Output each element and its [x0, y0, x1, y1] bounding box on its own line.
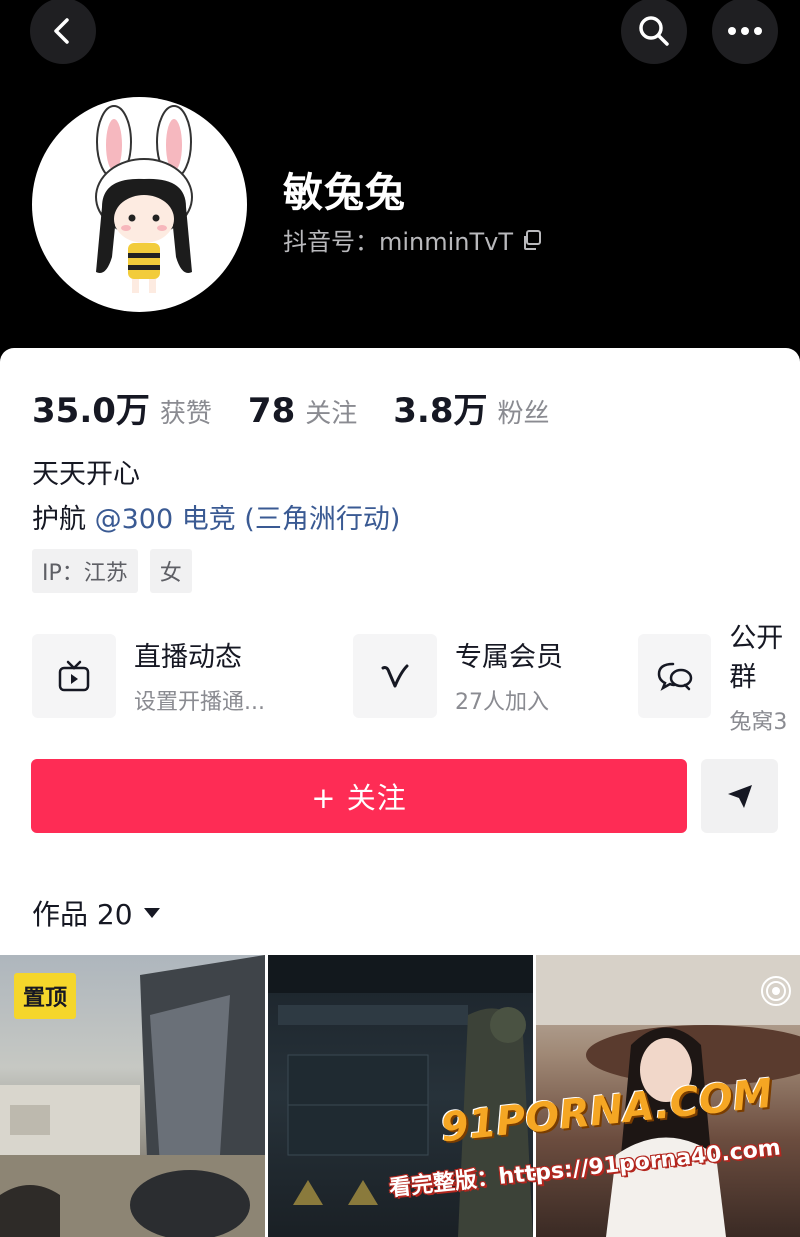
more-horizontal-icon — [728, 27, 762, 35]
bio-mention-link[interactable]: @300 电竞 (三角洲行动) — [95, 504, 401, 535]
caret-down-icon — [143, 908, 160, 918]
feature-title: 公开群 — [729, 622, 784, 693]
douyin-id-row[interactable]: 抖音号：minminTvT — [283, 222, 543, 257]
feature-subtitle: 设置开播通... — [134, 690, 265, 715]
copy-icon[interactable] — [521, 229, 543, 251]
works-tab-label: 作品 20 — [32, 898, 133, 931]
likes-label: 获赞 — [159, 399, 212, 429]
more-button[interactable] — [712, 0, 778, 64]
avatar[interactable] — [32, 97, 247, 312]
feature-public-group[interactable]: 公开群 兔窝3 — [638, 623, 800, 735]
bio-line-1: 天天开心 — [32, 459, 140, 490]
feature-exclusive-members[interactable]: 专属会员 27人加入 — [353, 633, 563, 718]
search-icon — [639, 16, 669, 46]
ip-location-tag: IP：江苏 — [32, 549, 138, 593]
feature-live-updates[interactable]: 直播动态 设置开播通... — [32, 633, 265, 718]
follow-button[interactable]: + 关注 — [31, 759, 687, 833]
feature-title: 专属会员 — [455, 642, 563, 673]
share-button[interactable] — [701, 759, 778, 833]
feature-icon-box — [638, 633, 712, 718]
back-button[interactable] — [30, 0, 96, 64]
works-tab[interactable]: 作品 20 — [32, 893, 161, 933]
send-icon — [727, 785, 752, 808]
following-label[interactable]: 关注 — [305, 393, 357, 430]
video-thumbnail[interactable]: 置顶 — [0, 955, 265, 1237]
bio-line-2: 护航 @300 电竞 (三角洲行动) — [32, 497, 400, 536]
feature-subtitle: 兔窝3 — [729, 709, 788, 735]
feature-title: 直播动态 — [134, 642, 242, 673]
bio-prefix: 护航 — [32, 504, 95, 535]
stats-row: 35.0万 获赞 78 关注 3.8万 粉丝 — [32, 383, 586, 432]
live-broadcast-icon — [761, 976, 791, 1006]
v-icon — [381, 664, 409, 687]
profile-tags: IP：江苏 女 — [32, 549, 192, 593]
tv-icon — [58, 660, 90, 691]
douyin-id-text: 抖音号：minminTvT — [283, 228, 514, 256]
feature-subtitle: 27人加入 — [455, 690, 549, 715]
profile-header: 敏兔兔 抖音号：minminTvT — [0, 0, 800, 380]
likes-count: 35.0万 — [32, 391, 150, 431]
pinned-badge: 置顶 — [14, 973, 77, 1019]
chevron-left-icon — [54, 18, 69, 44]
search-button[interactable] — [621, 0, 687, 64]
chat-bubbles-icon — [657, 662, 692, 691]
gender-tag: 女 — [149, 549, 192, 593]
following-count[interactable]: 78 — [248, 391, 295, 431]
bunny-girl-avatar-illustration — [95, 105, 193, 293]
followers-count[interactable]: 3.8万 — [393, 383, 487, 432]
feature-icon-box — [353, 633, 437, 718]
followers-label[interactable]: 粉丝 — [497, 393, 549, 430]
nickname: 敏兔兔 — [283, 170, 406, 216]
feature-icon-box — [32, 633, 116, 718]
